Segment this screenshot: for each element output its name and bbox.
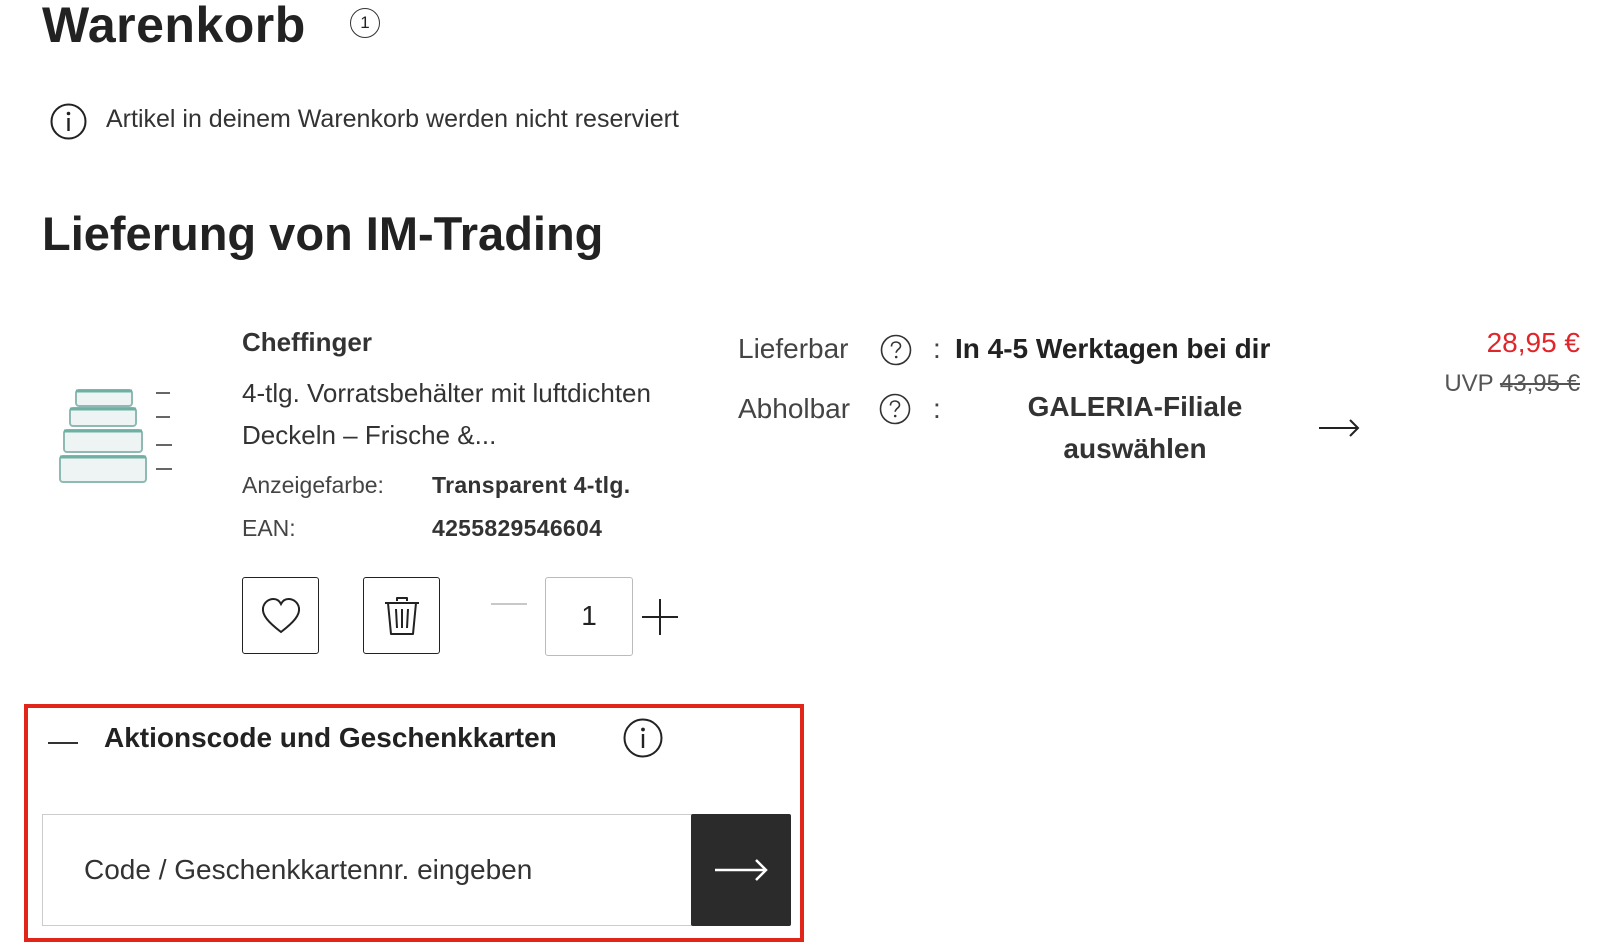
collapse-icon[interactable] [48,742,78,744]
uvp-price: UVP 43,95 € [1444,370,1580,398]
info-icon[interactable] [623,718,663,758]
delete-button[interactable] [363,577,440,654]
lieferbar-colon: : [933,333,941,364]
wishlist-button[interactable] [242,577,319,654]
current-price: 28,95 € [1486,327,1580,358]
uvp-old-price: 43,95 € [1499,370,1580,397]
arrow-right-icon [715,859,768,881]
color-value: Transparent 4-tlg. [432,472,631,498]
info-icon [50,103,87,140]
abholbar-colon: : [933,393,941,424]
ean-value: 4255829546604 [432,515,603,541]
help-icon[interactable] [880,334,912,366]
arrow-right-icon[interactable] [1318,418,1360,438]
quantity-field[interactable]: 1 [545,577,633,656]
trash-icon [384,596,419,635]
product-brand[interactable]: Cheffinger [242,327,372,358]
quantity-increase-button[interactable] [640,597,680,637]
lieferbar-label: Lieferbar [738,333,849,364]
quantity-decrease-button[interactable] [490,598,528,610]
promo-title[interactable]: Aktionscode und Geschenkkarten [104,722,557,754]
promo-submit-button[interactable] [691,814,791,926]
uvp-label: UVP [1444,370,1494,397]
lieferbar-value: In 4-5 Werktagen bei dir [955,333,1271,364]
select-store-link[interactable]: GALERIA-Filiale auswählen [995,386,1275,470]
color-label: Anzeigefarbe: [242,472,384,498]
promo-code-input[interactable] [42,814,692,926]
cart-count-badge: 1 [350,8,380,38]
ean-label: EAN: [242,515,296,541]
delivery-section-title: Lieferung von IM-Trading [42,207,604,260]
page-title: Warenkorb [42,0,306,53]
product-name[interactable]: 4-tlg. Vorratsbehälter mit luftdichten D… [242,372,682,456]
help-icon[interactable] [879,393,911,425]
reservation-notice: Artikel in deinem Warenkorb werden nicht… [106,105,679,133]
heart-icon [261,597,300,633]
abholbar-label: Abholbar [738,393,851,424]
product-image[interactable] [58,386,183,496]
